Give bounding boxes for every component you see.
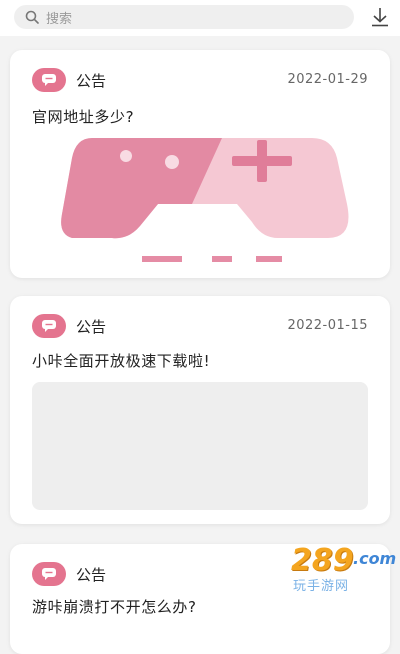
download-button[interactable] [368, 4, 392, 30]
notice-image [32, 134, 368, 262]
notice-header: 公告 [32, 312, 106, 340]
watermark-brand: 289 [291, 543, 354, 578]
notice-header: 公告 [32, 560, 106, 588]
search-placeholder: 搜索 [46, 11, 73, 27]
notice-card[interactable]: 公告 2022-01-29 官网地址多少? [10, 50, 390, 278]
notice-card[interactable]: 公告 2022-01-15 小咔全面开放极速下载啦! [10, 296, 390, 524]
notice-image-placeholder [32, 382, 368, 510]
notice-date: 2022-01-29 [287, 72, 368, 87]
message-icon [32, 68, 66, 92]
top-bar: 搜索 [0, 0, 400, 36]
notice-date: 2022-01-15 [287, 318, 368, 333]
notice-title: 游咔崩溃打不开怎么办? [32, 598, 197, 616]
notice-title: 官网地址多少? [32, 108, 135, 126]
search-bar[interactable]: 搜索 [14, 5, 354, 29]
notice-header: 公告 [32, 66, 106, 94]
watermark-subtitle: 玩手游网 [293, 579, 350, 594]
download-icon [372, 8, 388, 27]
search-icon [24, 9, 40, 25]
message-icon [32, 314, 66, 338]
notice-badge: 公告 [76, 565, 107, 584]
notice-title: 小咔全面开放极速下载啦! [32, 352, 211, 370]
message-icon [32, 562, 66, 586]
notice-badge: 公告 [76, 317, 107, 336]
site-watermark: 289 .com 玩手游网 [285, 543, 397, 594]
watermark-domain: .com [353, 549, 397, 568]
notice-badge: 公告 [76, 71, 107, 90]
